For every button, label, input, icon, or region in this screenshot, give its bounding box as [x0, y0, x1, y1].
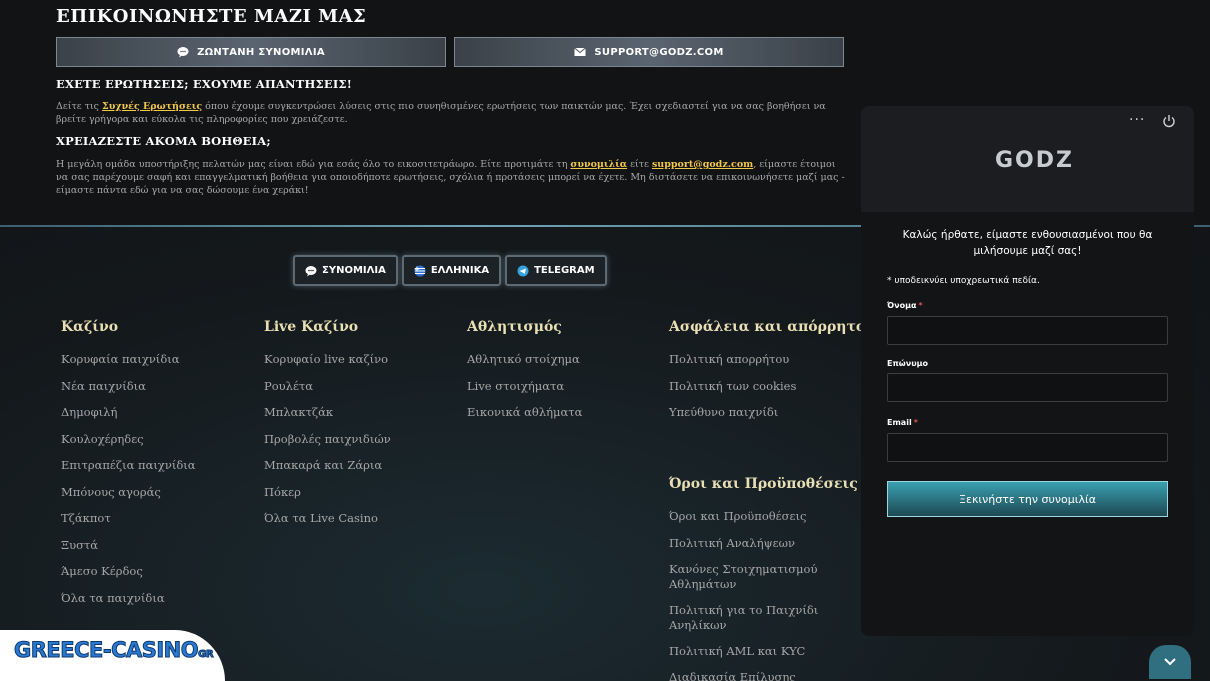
scroll-down-button[interactable] — [1149, 645, 1191, 679]
required-star: * — [918, 301, 923, 310]
faq-link[interactable]: Συχνές Ερωτήσεις — [102, 101, 202, 112]
brand-suffix: GR — [198, 649, 214, 661]
brand-logo: GREECE-CASINOGR — [13, 638, 214, 663]
terms-link[interactable]: Πολιτική AML και KYC — [669, 644, 805, 659]
casino-link[interactable]: Νέα παιχνίδια — [61, 379, 146, 394]
language-pill-button[interactable]: ΕΛΛΗΝΙΚΑ — [401, 255, 502, 286]
chat-bubble-icon — [305, 265, 317, 276]
envelope-icon — [574, 47, 587, 56]
live-link[interactable]: Μπακαρά και Ζάρια — [264, 458, 382, 473]
chat-pill-label: ΣΥΝΟΜΙΛΙΑ — [322, 265, 386, 276]
casino-link[interactable]: Δημοφιλή — [61, 405, 117, 420]
telegram-pill-button[interactable]: TELEGRAM — [505, 255, 607, 286]
live-chat-button[interactable]: ΖΩΝΤΑΝΗ ΣΥΝΟΜΙΛΙΑ — [56, 37, 446, 67]
help-text: Η μεγάλη ομάδα υποστήριξης πελατών μας ε… — [56, 158, 846, 197]
email-field-label: Email * — [887, 418, 918, 427]
live-link[interactable]: Όλα τα Live Casino — [264, 511, 378, 526]
name-label-text: Όνομα — [887, 301, 917, 310]
faq-text-before: Δείτε τις — [56, 101, 103, 112]
telegram-icon — [517, 265, 529, 276]
greek-flag-icon — [414, 265, 426, 276]
casino-link[interactable]: Τζάκποτ — [61, 511, 111, 526]
live-link[interactable]: Πόκερ — [264, 485, 301, 500]
chat-header: ··· GODZ — [861, 106, 1194, 212]
security-link[interactable]: Πολιτική των cookies — [669, 379, 796, 394]
chat-pill-button[interactable]: ΣΥΝΟΜΙΛΙΑ — [293, 255, 398, 286]
name-field[interactable] — [887, 316, 1168, 345]
power-icon[interactable] — [1162, 114, 1176, 128]
terms-link[interactable]: Πολιτική για το Παιχνίδι Ανηλίκων — [669, 603, 819, 633]
chat-bubble-icon — [177, 47, 189, 58]
terms-link[interactable]: Διαδικασία Επίλυσης — [669, 670, 796, 681]
sports-link[interactable]: Live στοιχήματα — [467, 379, 564, 394]
email-label-text: Email — [887, 418, 912, 427]
faq-heading: ΕΧΕΤΕ ΕΡΩΤΗΣΕΙΣ; ΕΧΟΥΜΕ ΑΠΑΝΤΗΣΕΙΣ! — [56, 77, 353, 91]
terms-link[interactable]: Πολιτική Αναλήψεων — [669, 536, 795, 551]
chat-welcome-text: Καλώς ήρθατε, είμαστε ενθουσιασμένοι που… — [902, 229, 1153, 257]
surname-field[interactable] — [887, 373, 1168, 402]
live-column-title: Live Καζίνο — [264, 319, 359, 335]
email-field[interactable] — [887, 433, 1168, 462]
email-support-label: SUPPORT@GODZ.COM — [594, 46, 724, 58]
casino-link[interactable]: Όλα τα παιχνίδια — [61, 591, 165, 606]
security-column-title: Ασφάλεια και απόρρητο — [669, 319, 866, 335]
help-chat-link[interactable]: συνομιλία — [570, 159, 627, 170]
terms-column-title: Όροι και Προϋποθέσεις — [669, 476, 858, 492]
casino-link[interactable]: Κορυφαία παιχνίδια — [61, 352, 180, 367]
chevron-down-icon — [1164, 658, 1176, 666]
casino-link[interactable]: Κουλοχέρηδες — [61, 432, 144, 447]
live-link[interactable]: Προβολές παιχνιδιών — [264, 432, 391, 447]
more-options-icon[interactable]: ··· — [1129, 112, 1145, 128]
live-link[interactable]: Μπλακτζάκ — [264, 405, 333, 420]
security-link[interactable]: Υπεύθυνο παιχνίδι — [669, 405, 778, 420]
help-email-link[interactable]: support@godz.com — [652, 159, 753, 170]
sports-link[interactable]: Αθλητικό στοίχημα — [467, 352, 580, 367]
telegram-pill-label: TELEGRAM — [534, 265, 595, 276]
help-text-mid: είτε — [627, 159, 652, 170]
chat-logo: GODZ — [995, 148, 1074, 173]
casino-link[interactable]: Μπόνους αγοράς — [61, 485, 161, 500]
live-link[interactable]: Κορυφαίο live καζίνο — [264, 352, 388, 367]
live-chat-label: ΖΩΝΤΑΝΗ ΣΥΝΟΜΙΛΙΑ — [197, 46, 325, 58]
casino-column-title: Καζίνο — [61, 319, 119, 335]
required-fields-note: * υποδεικνύει υποχρεωτικά πεδία. — [887, 276, 1040, 286]
sports-column-title: Αθλητισμός — [467, 319, 562, 335]
brand-name: GREECE-CASINO — [13, 638, 199, 663]
casino-link[interactable]: Άμεσο Κέρδος — [61, 564, 143, 579]
faq-text: Δείτε τις Συχνές Ερωτήσεις όπου έχουμε σ… — [56, 100, 846, 126]
live-link[interactable]: Ρουλέτα — [264, 379, 313, 394]
security-link[interactable]: Πολιτική απορρήτου — [669, 352, 789, 367]
chat-widget: ··· GODZ Καλώς ήρθατε, είμαστε ενθουσιασ… — [861, 106, 1194, 636]
terms-link[interactable]: Όροι και Προϋποθέσεις — [669, 509, 806, 524]
name-field-label: Όνομα * — [887, 301, 923, 310]
casino-link[interactable]: Ξυστά — [61, 538, 98, 553]
language-pill-label: ΕΛΛΗΝΙΚΑ — [430, 265, 490, 276]
casino-link[interactable]: Επιτραπέζια παιχνίδια — [61, 458, 196, 473]
help-heading: ΧΡΕΙΑΖΕΣΤΕ ΑΚΟΜΑ ΒΟΗΘΕΙΑ; — [56, 134, 271, 148]
sports-link[interactable]: Εικονικά αθλήματα — [467, 405, 582, 420]
contact-title: ΕΠΙΚΟΙΝΩΝΗΣΤΕ ΜΑΖΙ ΜΑΣ — [56, 6, 367, 27]
footer-pill-row: ΣΥΝΟΜΙΛΙΑ ΕΛΛΗΝΙΚΑ TELEGRAM — [293, 255, 607, 286]
required-star: * — [913, 418, 918, 427]
terms-link[interactable]: Κανόνες Στοιχηματισμού Αθλημάτων — [669, 562, 819, 592]
start-chat-button[interactable]: Ξεκινήστε την συνομιλία — [887, 481, 1168, 517]
email-support-button[interactable]: SUPPORT@GODZ.COM — [454, 37, 844, 67]
surname-field-label: Επώνυμο — [887, 359, 928, 368]
help-text-before: Η μεγάλη ομάδα υποστήριξης πελατών μας ε… — [56, 159, 571, 170]
brand-badge: GREECE-CASINOGR — [0, 630, 225, 681]
